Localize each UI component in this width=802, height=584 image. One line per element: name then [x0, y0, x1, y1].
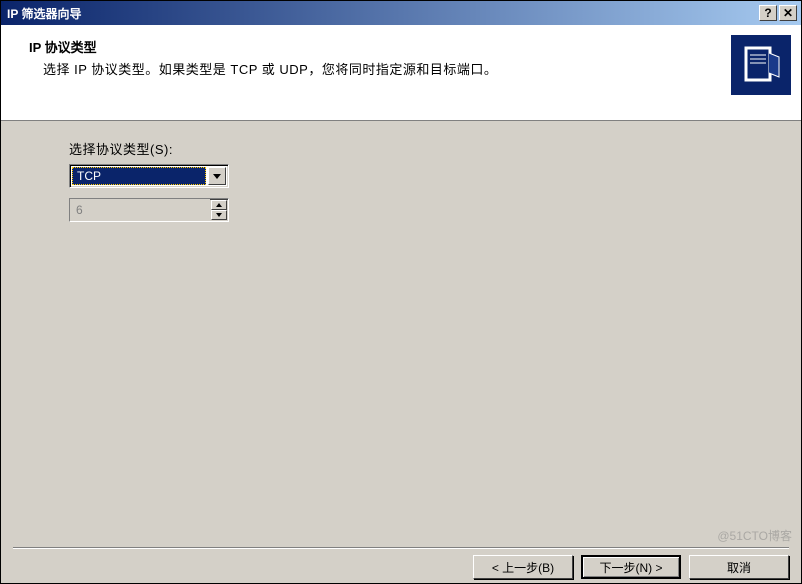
window-title: IP 筛选器向导 [7, 5, 81, 22]
chevron-up-icon [216, 203, 222, 207]
wizard-footer: < 上一步(B) 下一步(N) > 取消 [1, 549, 801, 583]
protocol-type-select[interactable]: TCP [69, 164, 229, 188]
wizard-header: IP 协议类型 选择 IP 协议类型。如果类型是 TCP 或 UDP，您将同时指… [1, 25, 801, 121]
page-subtitle: 选择 IP 协议类型。如果类型是 TCP 或 UDP，您将同时指定源和目标端口。 [29, 60, 589, 81]
chevron-down-icon [213, 174, 221, 179]
protocol-type-label: 选择协议类型(S): [69, 139, 781, 158]
protocol-number-value: 6 [70, 199, 210, 221]
spinner-down-button[interactable] [211, 210, 227, 220]
chevron-down-icon [216, 213, 222, 217]
watermark-text: @51CTO博客 [717, 527, 792, 544]
cancel-button[interactable]: 取消 [689, 555, 789, 579]
wizard-body: 选择协议类型(S): TCP 6 [1, 121, 801, 547]
wizard-icon [731, 35, 791, 95]
page-title: IP 协议类型 [29, 37, 723, 56]
spinner-up-button[interactable] [211, 200, 227, 210]
protocol-type-value: TCP [72, 167, 206, 185]
protocol-number-spinner: 6 [69, 198, 229, 222]
wizard-window: IP 筛选器向导 ? ✕ IP 协议类型 选择 IP 协议类型。如果类型是 TC… [0, 0, 802, 584]
close-icon: ✕ [783, 6, 793, 20]
next-button[interactable]: 下一步(N) > [581, 555, 681, 579]
help-icon: ? [764, 6, 771, 20]
close-button[interactable]: ✕ [779, 5, 797, 21]
back-button[interactable]: < 上一步(B) [473, 555, 573, 579]
titlebar: IP 筛选器向导 ? ✕ [1, 1, 801, 25]
help-button[interactable]: ? [759, 5, 777, 21]
protocol-dropdown-button[interactable] [208, 167, 226, 185]
